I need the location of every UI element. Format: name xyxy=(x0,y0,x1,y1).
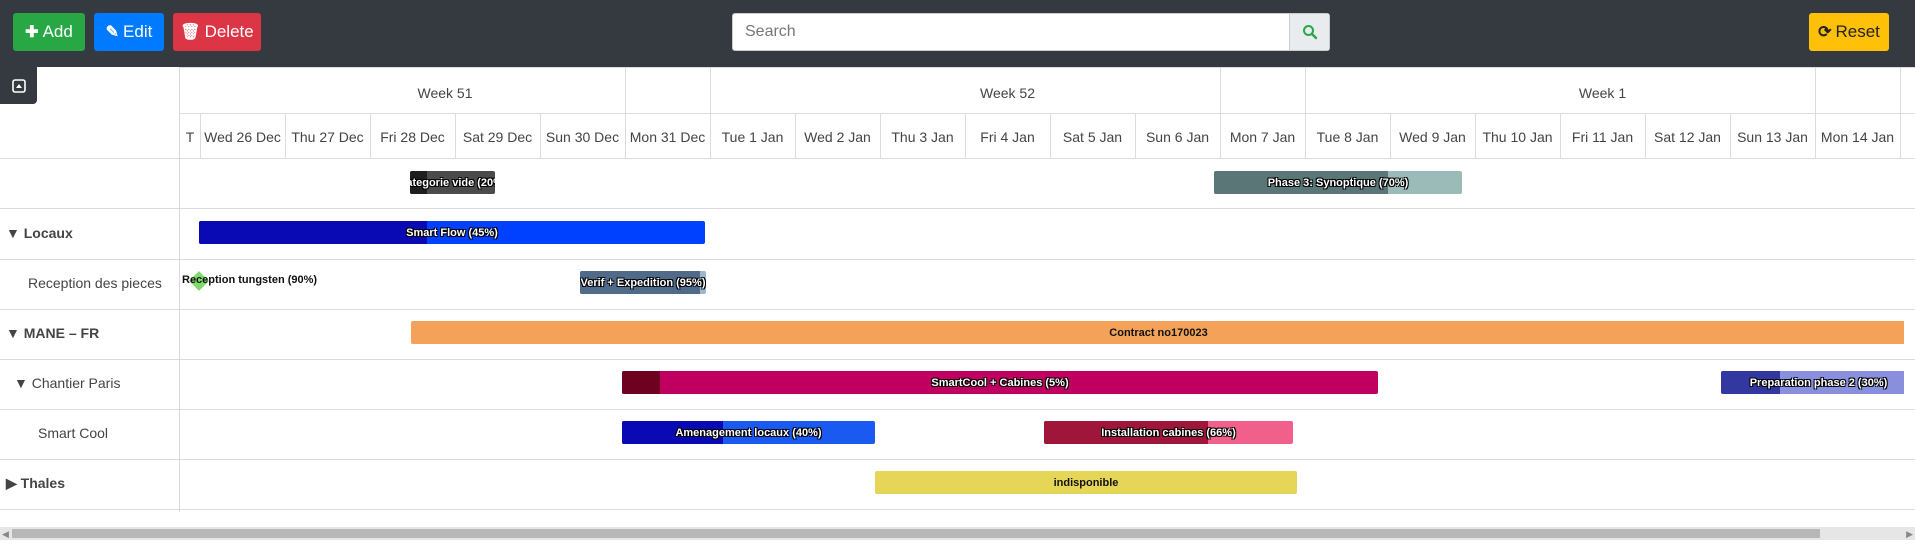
timeline-item-label: SmartCool + Cabines (5%) xyxy=(931,376,1069,389)
timeline-item-label: Preparation phase 2 (30%) xyxy=(1749,376,1888,389)
group-label: Smart Cool xyxy=(38,425,109,441)
timeline-item-bar[interactable]: indisponible xyxy=(875,471,1297,494)
week-separator xyxy=(1900,67,1901,113)
day-label: Fri 11 Jan xyxy=(1571,129,1634,145)
timeline-item-label: Verif + Expedition (95%) xyxy=(580,276,706,289)
day-label: Tue 8 Jan xyxy=(1316,129,1379,145)
horizontal-scrollbar[interactable]: ◀ ▶ xyxy=(0,527,1915,540)
day-label: Wed 9 Jan xyxy=(1399,129,1466,145)
collapse-icon xyxy=(11,78,26,93)
day-separator xyxy=(285,113,286,158)
day-label: Sun 30 Dec xyxy=(545,129,620,145)
timeline-item-bar[interactable]: Categorie vide (20%) xyxy=(410,171,495,194)
plus-icon: ✚ xyxy=(25,24,39,41)
timeline-item-label: Phase 3: Synoptique (70%) xyxy=(1267,176,1409,189)
day-label: Sun 6 Jan xyxy=(1145,129,1210,145)
day-separator xyxy=(795,113,796,158)
search-input[interactable] xyxy=(733,14,1291,50)
timeline: Week 51Week 52Week 1Week TWed 26 DecThu … xyxy=(179,67,1904,512)
search-icon xyxy=(1302,25,1317,40)
day-separator xyxy=(370,113,371,158)
day-separator xyxy=(1305,113,1306,158)
timeline-item-bar[interactable]: Smart Flow (45%) xyxy=(199,221,705,244)
day-label: Mon 31 Dec xyxy=(629,129,706,145)
week-separator xyxy=(1305,67,1306,113)
day-separator xyxy=(1135,113,1136,158)
day-separator xyxy=(1815,67,1816,158)
timeline-item-label: Contract no170023 xyxy=(1109,326,1208,339)
day-separator xyxy=(625,67,626,158)
week-separator xyxy=(710,67,711,113)
day-label: Sat 5 Jan xyxy=(1062,129,1123,145)
day-separator xyxy=(1645,113,1646,158)
day-label: Thu 3 Jan xyxy=(891,129,954,145)
day-separator xyxy=(1730,113,1731,158)
scrollbar-thumb[interactable] xyxy=(12,529,1820,538)
day-label: T xyxy=(185,129,195,145)
timeline-item-label: indisponible xyxy=(1053,476,1119,489)
timeline-item-label: Installation cabines (66%) xyxy=(1101,426,1236,439)
day-label: Wed 26 Dec xyxy=(204,129,281,145)
timeline-item-bar[interactable]: Verif + Expedition (95%) xyxy=(580,271,706,294)
day-separator xyxy=(455,113,456,158)
day-label: Thu 27 Dec xyxy=(291,129,364,145)
search-box xyxy=(732,13,1330,51)
refresh-icon: ⟳ xyxy=(1818,24,1832,41)
delete-button-label: Delete xyxy=(204,22,254,41)
day-label: Thu 10 Jan xyxy=(1482,129,1553,145)
edit-button[interactable]: ✎ Edit xyxy=(94,13,164,51)
timeline-item-label: Amenagement locaux (40%) xyxy=(675,426,822,439)
scroll-right-arrow-icon[interactable]: ▶ xyxy=(1906,529,1913,540)
group-label[interactable]: ▼ MANE – FR xyxy=(6,325,99,341)
collapse-toggle-button[interactable] xyxy=(0,67,37,104)
day-label: Mon 14 Jan xyxy=(1820,129,1895,145)
day-separator xyxy=(1390,113,1391,158)
week-label: Week 52 xyxy=(980,85,1035,101)
group-label[interactable]: ▶ Thales xyxy=(6,475,65,492)
day-separator xyxy=(1220,67,1221,158)
add-button[interactable]: ✚ Add xyxy=(13,13,85,51)
day-label: Fri 28 Dec xyxy=(380,129,445,145)
day-label: Sun 13 Jan xyxy=(1737,129,1808,145)
timeline-item-bar[interactable]: Contract no170023 xyxy=(411,321,1904,344)
day-separator xyxy=(710,113,711,158)
week-label: Week 51 xyxy=(417,85,473,101)
reset-button[interactable]: ⟳ Reset xyxy=(1809,13,1889,51)
day-separator xyxy=(1050,113,1051,158)
day-label: Sat 29 Dec xyxy=(462,129,533,145)
day-separator xyxy=(1900,113,1901,158)
week-label: Week 1 xyxy=(1578,85,1627,101)
day-separator xyxy=(880,113,881,158)
day-label: Mon 7 Jan xyxy=(1229,129,1296,145)
day-separator xyxy=(965,113,966,158)
timeline-item-bar[interactable]: Preparation phase 2 (30%) xyxy=(1721,371,1904,394)
day-separator xyxy=(200,113,201,158)
toolbar: ✚ Add ✎ Edit 🗑 Delete ⟳ Reset xyxy=(0,0,1915,67)
add-button-label: Add xyxy=(42,22,73,41)
timeline-item-bar[interactable]: Amenagement locaux (40%) xyxy=(622,421,875,444)
timeline-item-label: Categorie vide (20%) xyxy=(410,176,495,189)
day-separator xyxy=(540,113,541,158)
day-label: Wed 2 Jan xyxy=(804,129,871,145)
trash-icon: 🗑 xyxy=(180,24,201,41)
timeline-item-label: Smart Flow (45%) xyxy=(406,226,498,239)
scroll-left-arrow-icon[interactable]: ◀ xyxy=(2,529,9,540)
group-label: Reception des pieces xyxy=(28,275,162,291)
day-label: Fri 4 Jan xyxy=(980,129,1035,145)
search-button[interactable] xyxy=(1289,14,1329,50)
timeline-item-bar[interactable]: SmartCool + Cabines (5%) xyxy=(622,371,1378,394)
edit-button-label: Edit xyxy=(123,22,153,41)
milestone-label: Reception tungsten (90%) xyxy=(182,274,318,286)
day-label: Tue 1 Jan xyxy=(721,129,784,145)
day-label: Sat 12 Jan xyxy=(1654,129,1721,145)
delete-button[interactable]: 🗑 Delete xyxy=(173,13,261,51)
group-label[interactable]: ▼ Locaux xyxy=(6,225,73,241)
group-label[interactable]: ▼ Chantier Paris xyxy=(14,375,120,391)
pencil-icon: ✎ xyxy=(105,24,120,41)
timeline-item-bar[interactable]: Phase 3: Synoptique (70%) xyxy=(1214,171,1462,194)
timeline-item-bar[interactable]: Installation cabines (66%) xyxy=(1044,421,1293,444)
day-separator xyxy=(1560,113,1561,158)
reset-button-label: Reset xyxy=(1835,22,1880,41)
day-separator xyxy=(1475,113,1476,158)
